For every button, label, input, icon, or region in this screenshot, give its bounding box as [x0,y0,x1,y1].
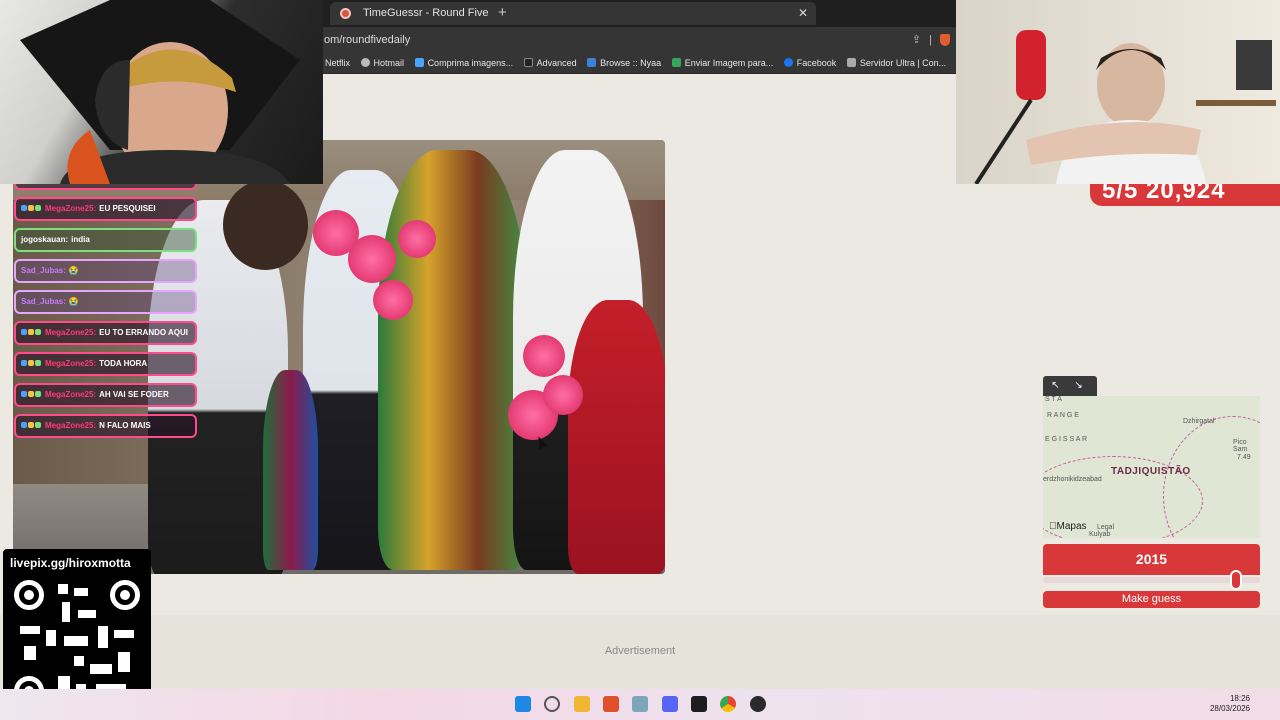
chat-message: MegaZone25: AH VAI SE FODER [14,383,197,407]
bookmark-servidor-ultra[interactable]: Servidor Ultra | Con... [846,53,946,73]
bookmarks-bar: Netflix Hotmail Comprima imagens... Adva… [322,53,956,74]
tab-title: TimeGuessr - Round Five [363,7,489,19]
heart-icon [414,58,424,67]
map-country-label: TADJIQUISTÃO [1111,466,1191,477]
bookmark-comprima[interactable]: Comprima imagens... [414,53,513,73]
advertisement-label: Advertisement [604,645,676,657]
chat-message: MegaZone25: EU TO ERRANDO AQUI [14,321,197,345]
year-slider-track[interactable] [1043,577,1260,583]
year-slider-thumb[interactable] [1230,570,1243,590]
streamer-webcam-figure [20,0,300,184]
chat-message: Sad_Jubas: 😭 [14,290,197,314]
server-icon [846,58,856,67]
windows-start-icon[interactable] [515,696,531,712]
browser-tab-bar: TimeGuessr - Round Five ✕ + [322,0,956,27]
chat-message: Sad_Jubas: 😭 [14,259,197,283]
globe-icon [360,58,370,67]
chat-badges-icon [21,327,42,339]
chat-badges-icon [21,203,42,215]
chat-message: MegaZone25: N FALO MAIS [14,414,197,438]
app-icon[interactable] [632,696,648,712]
browser-tab-timeguessr[interactable]: TimeGuessr - Round Five ✕ [330,2,816,25]
image-icon [671,58,681,67]
bookmark-nyaa[interactable]: Browse :: Nyaa [587,53,661,73]
chat-message: MegaZone25: TODA HORA [14,352,197,376]
apple-maps-logo: Mapas [1049,521,1087,532]
system-clock[interactable]: 18:26 28/03/2026 [1210,694,1250,714]
advanced-icon [523,58,533,67]
guess-map[interactable]: S T A R A N G E E G I S S A R Dzhirgatal… [1043,396,1260,538]
share-icon[interactable]: ⇪ [912,34,929,46]
map-controls[interactable]: ↖ ↘ ⊕ [1043,376,1097,411]
terminal-icon[interactable] [691,696,707,712]
bookmark-facebook[interactable]: Facebook [783,53,836,73]
facebook-icon [783,58,793,67]
make-guess-button[interactable]: Make guess [1043,591,1260,608]
nyaa-icon [587,58,597,67]
guessed-year: 2015 [1043,544,1260,575]
search-icon[interactable] [544,696,560,712]
livepix-qr-code [14,580,140,706]
stream-chat: MegaZone25: EU PESQUISEI jogoskauan: india… [14,178,198,445]
bookmark-enviar-imagem[interactable]: Enviar Imagem para... [671,53,773,73]
url-text: om/roundfivedaily [324,34,411,46]
address-bar[interactable]: om/roundfivedaily ⇪| [322,27,956,53]
divider: | [929,34,940,46]
brave-shield-icon[interactable] [940,34,950,47]
round-score-banner: 5/5 20,924 [1090,184,1280,206]
streamer-webcam [0,0,323,184]
bookmark-advanced[interactable]: Advanced [523,53,577,73]
guest-webcam [956,0,1280,184]
timeguessr-favicon-icon [340,8,351,19]
chat-message: MegaZone25: EU PESQUISEI [14,197,197,221]
guest-webcam-figure [974,30,1276,184]
chrome-icon[interactable] [720,696,736,712]
bookmark-netflix[interactable]: Netflix [325,53,350,73]
new-tab-button[interactable]: + [498,0,507,26]
file-explorer-icon[interactable] [574,696,590,712]
obs-icon[interactable] [750,696,766,712]
brave-browser-icon[interactable] [603,696,619,712]
discord-icon[interactable] [662,696,678,712]
bookmark-hotmail[interactable]: Hotmail [360,53,404,73]
chat-badges-icon [21,358,42,370]
address-bar-actions: ⇪| [912,27,950,53]
chat-badges-icon [21,389,42,401]
livepix-url: livepix.gg/hiroxmotta [10,556,131,570]
close-tab-icon[interactable]: ✕ [798,2,808,25]
chat-badges-icon [21,420,42,432]
chat-message: jogoskauan: india [14,228,197,252]
